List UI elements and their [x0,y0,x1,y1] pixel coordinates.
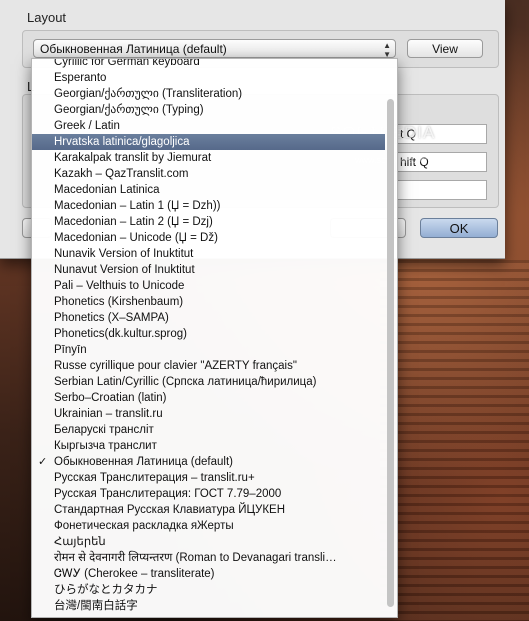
menu-item-label: रोमन से देवनागरी लिप्यन्तरण (Roman to De… [54,552,337,564]
menu-item[interactable]: रोमन से देवनागरी लिप्यन्तरण (Roman to De… [32,550,385,566]
menu-item[interactable]: Фонетическая раскладка яЖерты [32,518,385,534]
menu-item[interactable]: Macedonian – Unicode (Џ = Dž) [32,230,385,246]
menu-item-label: Phonetics (X–SAMPA) [54,312,169,324]
menu-item-label: Обыкновенная Латиница (default) [54,456,233,468]
menu-item-label: Macedonian – Latin 2 (Џ = Dzj) [54,216,213,228]
menu-item-label: Беларускі транслiт [54,424,154,436]
menu-item[interactable]: Macedonian – Latin 2 (Џ = Dzj) [32,214,385,230]
menu-item[interactable]: ✓ Обыкновенная Латиница (default) [32,454,385,470]
menu-item[interactable]: Phonetics (Kirshenbaum) [32,294,385,310]
menu-item[interactable]: Кыргызча транслит [32,438,385,454]
menu-item-label: Serbian Latin/Cyrillic (Српска латиница/… [54,376,317,388]
menu-item[interactable]: Greek / Latin [32,118,385,134]
menu-item[interactable]: Serbo–Croatian (latin) [32,390,385,406]
menu-item[interactable]: Phonetics (X–SAMPA) [32,310,385,326]
menu-item-label: Фонетическая раскладка яЖерты [54,520,234,532]
menu-item-label: Nunavik Version of Inuktitut [54,248,194,260]
menu-item-label: Cyrillic for German keyboard [54,58,200,68]
menu-item-label: Karakalpak translit by Jiemurat [54,152,212,164]
menu-item[interactable]: Pali – Velthuis to Unicode [32,278,385,294]
menu-item[interactable]: Georgian/ქართული (Transliteration) [32,86,385,102]
menu-item[interactable]: ᏣᎳᎩ (Cherokee – transliterate) [32,566,385,582]
menu-item-label: Macedonian – Unicode (Џ = Dž) [54,232,218,244]
menu-item[interactable]: Russe cyrillique pour clavier "AZERTY fr… [32,358,385,374]
menu-item[interactable]: Ukrainian – translit.ru [32,406,385,422]
menu-item-label: Georgian/ქართული (Transliteration) [54,88,243,100]
menu-item-label: Macedonian – Latin 1 (Џ = Dzh)) [54,200,221,212]
menu-scrollbar[interactable] [387,99,394,607]
menu-item[interactable]: Беларускі транслiт [32,422,385,438]
menu-item-label: Georgian/ქართული (Typing) [54,104,204,116]
layout-popup-value: Обыкновенная Латиница (default) [40,42,227,56]
menu-item-label: Русская Транслитерация – translit.ru+ [54,472,255,484]
view-button[interactable]: View [407,39,483,58]
checkmark-icon: ✓ [38,456,48,468]
menu-item[interactable]: Русская Транслитерация: ГОСТ 7.79–2000 [32,486,385,502]
menu-item-label: Serbo–Croatian (latin) [54,392,167,404]
updown-arrows-icon: ▲ ▼ [383,41,391,59]
menu-item[interactable]: Nunavik Version of Inuktitut [32,246,385,262]
menu-item[interactable]: Macedonian Latinica [32,182,385,198]
menu-item-label: ᏣᎳᎩ (Cherokee – transliterate) [54,568,215,580]
menu-item-label: Esperanto [54,72,107,84]
menu-item-label: Greek / Latin [54,120,120,132]
menu-item[interactable]: Serbian Latin/Cyrillic (Српска латиница/… [32,374,385,390]
menu-item[interactable]: Phonetics(dk.kultur.sprog) [32,326,385,342]
menu-item-label: Русская Транслитерация: ГОСТ 7.79–2000 [54,488,282,500]
layout-dropdown-menu[interactable]: Cyrillic for German keyboard Esperanto Geo… [31,58,398,618]
menu-item-label: Pīnyīn [54,344,87,356]
menu-item[interactable]: Macedonian – Latin 1 (Џ = Dzh)) [32,198,385,214]
menu-item-label: Ukrainian – translit.ru [54,408,163,420]
menu-item-label: 台灣/閩南白話字 [54,600,138,612]
menu-item-label: Кыргызча транслит [54,440,157,452]
ok-button[interactable]: OK [420,218,498,238]
canyon-strata [380,260,529,621]
menu-item[interactable]: Cyrillic for German keyboard [32,58,385,70]
menu-item-label: Hrvatska latinica/glagoljica [54,136,190,148]
menu-item[interactable]: Русская Транслитерация – translit.ru+ [32,470,385,486]
menu-item-label: Стандартная Русская Клавиатура ЙЦУКЕН [54,504,286,516]
menu-item[interactable]: Georgian/ქართული (Typing) [32,102,385,118]
menu-item-label: Kazakh – QazTranslit.com [54,168,189,180]
menu-item-label: Pali – Velthuis to Unicode [54,280,185,292]
menu-item-label: Macedonian Latinica [54,184,160,196]
shortcut-field-3[interactable] [395,180,487,200]
menu-item[interactable]: ひらがなとカタカナ [32,582,385,598]
menu-item-label: Phonetics (Kirshenbaum) [54,296,184,308]
menu-item[interactable]: 台灣/閩南白話字 [32,598,385,614]
menu-item[interactable]: Karakalpak translit by Jiemurat [32,150,385,166]
layout-popup-button[interactable]: Обыкновенная Латиница (default) ▲ ▼ [33,39,396,59]
menu-item-label: Հայերեն [54,536,106,548]
menu-item[interactable]: Հայերեն [32,534,385,550]
menu-item[interactable]: Kazakh – QazTranslit.com [32,166,385,182]
menu-item[interactable]: Hrvatska latinica/glagoljica [32,134,385,150]
menu-item-label: ひらがなとカタカナ [54,584,158,596]
layout-section-label: Layout [27,10,67,25]
menu-item-label: Russe cyrillique pour clavier "AZERTY fr… [54,360,297,372]
menu-item[interactable]: Стандартная Русская Клавиатура ЙЦУКЕН [32,502,385,518]
menu-item-label: Phonetics(dk.kultur.sprog) [54,328,187,340]
menu-item[interactable]: Nunavut Version of Inuktitut [32,262,385,278]
menu-item[interactable]: Esperanto [32,70,385,86]
menu-item-label: Nunavut Version of Inuktitut [54,264,195,276]
menu-item[interactable]: Pīnyīn [32,342,385,358]
